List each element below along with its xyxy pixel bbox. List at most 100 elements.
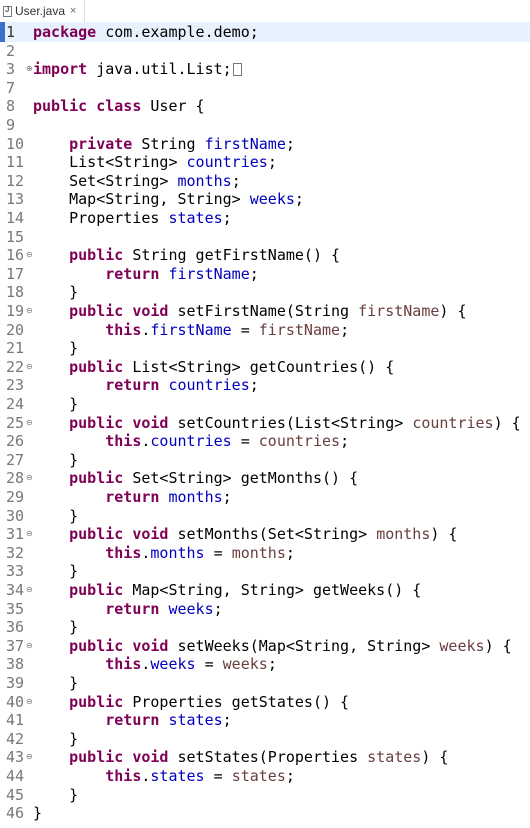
code-token: = [204,543,232,562]
keyword: this [105,767,142,785]
code-line[interactable]: 15 [0,227,530,247]
code-token: } [33,339,79,358]
code-line[interactable]: 37 ⊖ public void setWeeks(Map<String, Str… [0,636,530,656]
code-token: Properties getStates() { [123,692,350,711]
close-icon[interactable]: × [70,5,76,17]
code-line[interactable]: 11 List<String> countries; [0,152,530,172]
code-token: Set<String> [33,171,178,190]
code-line[interactable]: 13 Map<String, String> weeks; [0,189,530,209]
line-number: 1 [6,23,16,41]
line-number: 35 [6,599,25,618]
code-line[interactable]: 12 Set<String> months; [0,171,530,191]
code-line[interactable]: 29 return months; [0,487,530,507]
field-name: weeks [150,655,196,674]
code-line[interactable]: 2 [0,41,530,61]
code-line[interactable]: 17 return firstName; [0,264,530,284]
code-line[interactable]: 43 ⊖ public void setStates(Properties sta… [0,747,530,767]
code-line[interactable]: 35 return weeks; [0,599,530,619]
code-token: setCountries(List<String> [168,413,413,432]
code-text: } [33,803,42,823]
code-token: setFirstName(String [168,302,359,320]
keyword: package [33,23,97,41]
tab-label: User.java [15,4,66,18]
folded-region-icon[interactable] [232,63,242,77]
code-text: import java.util.List; [33,59,242,79]
keyword: public void [69,525,169,544]
field-name: states [168,209,223,227]
code-line[interactable]: 21 } [0,338,530,358]
code-token: } [33,674,79,692]
code-line[interactable]: 16 ⊖ public String getFirstName() { [0,245,530,265]
field-name: firstName [150,320,232,339]
keyword: public void [69,748,169,767]
code-token: ; [222,711,232,730]
code-line[interactable]: 8 public class User { [0,96,530,116]
parameter-name: states [367,748,422,767]
code-line[interactable]: 28 ⊖ public Set<String> getMonths() { [0,468,530,488]
code-line[interactable]: 20 this.firstName = firstName; [0,320,530,340]
line-number: 24 [6,395,25,413]
code-line[interactable]: 36 } [0,617,530,637]
field-name: countries [150,432,232,451]
line-number: 29 [6,488,25,506]
code-line[interactable]: 24 } [0,394,530,414]
code-editor[interactable]: 1 package com.example.demo; 2 3 ⊕ import java… [0,22,530,828]
line-number: 23 [6,376,25,395]
line-number: 36 [6,618,25,637]
code-line[interactable]: 3 ⊕ import java.util.List; [0,59,530,79]
code-line[interactable]: 44 this.states = states; [0,766,530,786]
field-name: states [168,711,223,730]
code-text: public String getFirstName() { [33,245,340,265]
code-token: ; [249,264,259,283]
code-line[interactable]: 38 this.weeks = weeks; [0,654,530,674]
keyword: import [33,60,88,79]
code-line[interactable]: 14 Properties states; [0,208,530,228]
code-line[interactable]: 34 ⊖ public Map<String, String> getWeeks(… [0,580,530,600]
code-line[interactable]: 22 ⊖ public List<String> getCountries() { [0,357,530,377]
code-line[interactable]: 19 ⊖ public void setFirstName(String firs… [0,301,530,321]
code-text: } [33,673,78,693]
code-line[interactable]: 30 } [0,506,530,526]
code-token: ; [231,171,241,190]
code-line[interactable]: 42 } [0,729,530,749]
code-text: package com.example.demo; [33,22,259,42]
keyword: return [105,488,160,506]
code-text: private String firstName; [33,134,295,154]
code-token: ; [249,376,259,395]
code-text: } [33,617,78,637]
keyword: return [105,376,160,395]
tab-user-java[interactable]: User.java × [0,0,85,22]
code-text: public List<String> getCountries() { [33,357,394,377]
line-number: 26 [6,432,25,451]
code-line[interactable]: 40 ⊖ public Properties getStates() { [0,692,530,712]
code-line[interactable]: 1 package com.example.demo; [0,22,530,42]
code-line[interactable]: 26 this.countries = countries; [0,431,530,451]
code-line[interactable]: 32 this.months = months; [0,543,530,563]
line-number: 12 [6,171,25,190]
code-line[interactable]: 7 [0,78,530,98]
code-line[interactable]: 23 return countries; [0,375,530,395]
keyword: public [69,581,124,599]
code-line[interactable]: 33 } [0,561,530,581]
parameter-name: firstName [358,302,440,320]
code-text: this.countries = countries; [33,431,349,451]
code-token: Properties [33,209,169,227]
code-line[interactable]: 45 } [0,785,530,805]
code-line[interactable]: 41 return states; [0,710,530,730]
code-line[interactable]: 25 ⊖ public void setCountries(List<String… [0,413,530,433]
field-name: countries [168,376,250,395]
code-line[interactable]: 10 private String firstName; [0,134,530,154]
line-number: 30 [6,506,25,525]
code-line[interactable]: 27 } [0,450,530,470]
code-line[interactable]: 9 [0,115,530,135]
code-line[interactable]: 31 ⊖ public void setMonths(Set<String> mo… [0,524,530,544]
code-line[interactable]: 46} [0,803,530,823]
code-line[interactable]: 39 } [0,673,530,693]
code-line[interactable]: 18 } [0,282,530,302]
code-text: this.firstName = firstName; [33,320,349,340]
